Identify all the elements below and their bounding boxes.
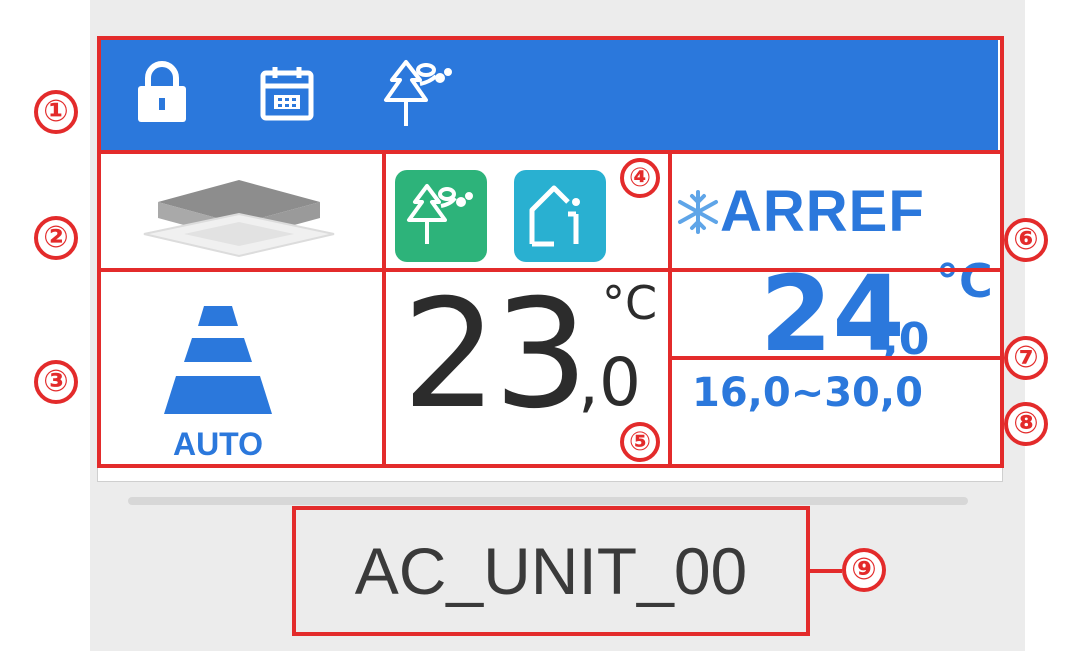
set-temperature[interactable]: 24 ,0 °C [760,254,993,366]
temperature-range: 16,0~30,0 [692,370,923,416]
callout-divider-setpoint [668,356,1004,360]
fan-speed-icon[interactable] [148,306,288,426]
operation-mode-label[interactable]: ARREF [720,178,925,245]
ceiling-cassette-icon [138,176,340,258]
callout-divider-right [668,154,672,468]
callout-6: ⑥ [1004,218,1048,262]
unit-name[interactable]: AC_UNIT_00 [296,508,806,634]
callout-7: ⑦ [1004,336,1048,380]
current-temperature-integer: 23 [402,268,589,442]
set-temperature-unit: °C [936,254,993,308]
callout-5: ⑤ [620,422,660,462]
current-temperature: 23 ,0 °C [402,276,657,430]
eco-tree-icon[interactable] [395,170,487,262]
current-temperature-decimal: ,0 [578,344,641,421]
callout-3: ③ [34,360,78,404]
callout-connector [810,569,842,573]
callout-divider-top [97,150,1004,154]
callout-divider-middle [97,268,1004,272]
current-temperature-unit: °C [602,276,658,330]
callout-1: ① [34,90,78,134]
snowflake-icon [674,188,722,236]
card-shadow [128,497,968,505]
status-bar [100,40,998,150]
home-info-icon[interactable] [514,170,606,262]
tree-leaf-icon[interactable] [380,56,456,130]
callout-8: ⑧ [1004,402,1048,446]
callout-divider-left [382,154,386,468]
lock-icon[interactable] [134,60,190,124]
callout-4: ④ [620,158,660,198]
fan-mode-label: AUTO [172,426,264,462]
callout-9: ⑨ [842,548,886,592]
callout-2: ② [34,216,78,260]
calendar-icon[interactable] [258,64,316,122]
